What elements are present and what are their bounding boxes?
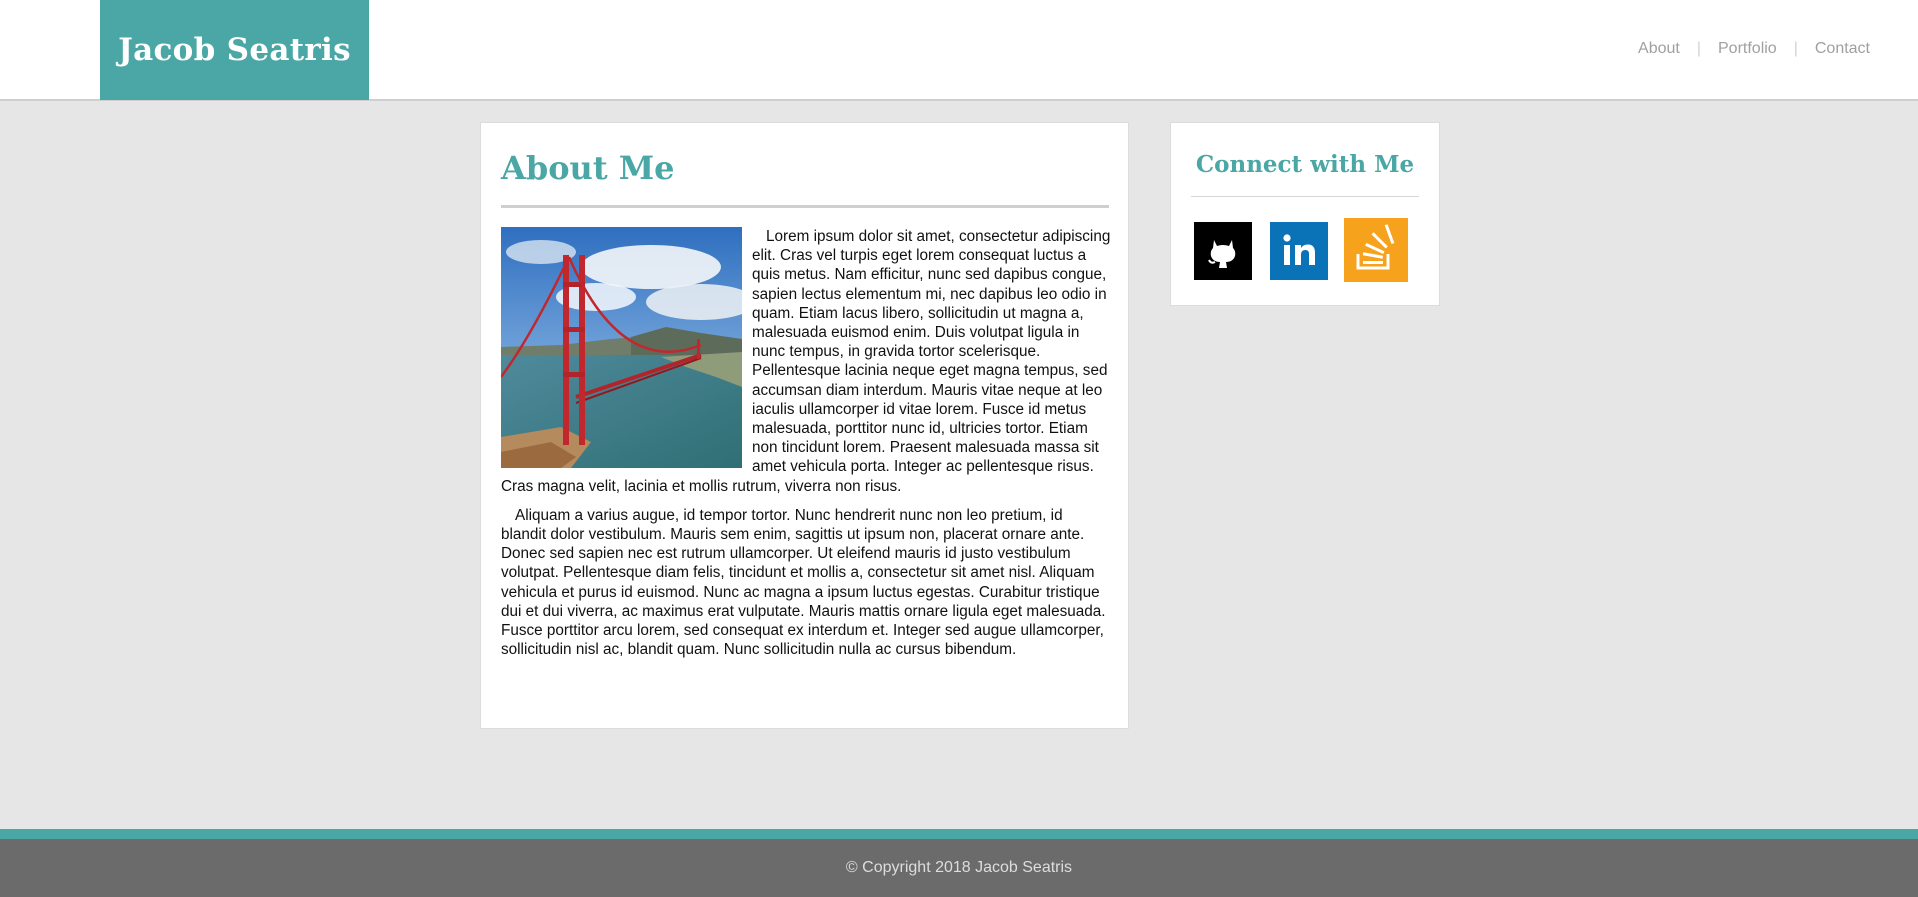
site-footer: © Copyright 2018 Jacob Seatris	[0, 839, 1918, 897]
connect-title: Connect with Me	[1195, 151, 1415, 178]
main-nav: About | Portfolio | Contact	[1638, 40, 1870, 58]
nav-link-portfolio[interactable]: Portfolio	[1718, 40, 1777, 58]
site-header: Jacob Seatris About | Portfolio | Contac…	[0, 0, 1918, 101]
connect-card: Connect with Me	[1170, 122, 1440, 306]
brand-logo[interactable]: Jacob Seatris	[100, 0, 369, 100]
about-title: About Me	[501, 149, 675, 187]
github-link[interactable]	[1194, 222, 1252, 280]
stackoverflow-icon	[1344, 218, 1408, 282]
linkedin-link[interactable]	[1270, 222, 1328, 280]
nav-separator: |	[1793, 40, 1798, 57]
about-body: Lorem ipsum dolor sit amet, consectetur …	[501, 227, 1111, 669]
linkedin-icon	[1270, 222, 1328, 280]
nav-link-about[interactable]: About	[1638, 40, 1680, 58]
nav-link-contact[interactable]: Contact	[1815, 40, 1870, 58]
footer-accent-stripe	[0, 829, 1918, 839]
copyright-text: © Copyright 2018 Jacob Seatris	[845, 859, 1073, 876]
about-card: About Me Lorem ipsum dolor sit amet, con…	[480, 122, 1129, 729]
connect-divider	[1191, 196, 1419, 197]
stackoverflow-link[interactable]	[1344, 218, 1408, 282]
github-icon	[1194, 222, 1252, 280]
about-paragraph: Aliquam a varius augue, id tempor tortor…	[501, 506, 1106, 659]
nav-separator: |	[1696, 40, 1701, 57]
about-divider	[501, 205, 1109, 208]
golden-gate-bridge-photo	[501, 227, 742, 468]
